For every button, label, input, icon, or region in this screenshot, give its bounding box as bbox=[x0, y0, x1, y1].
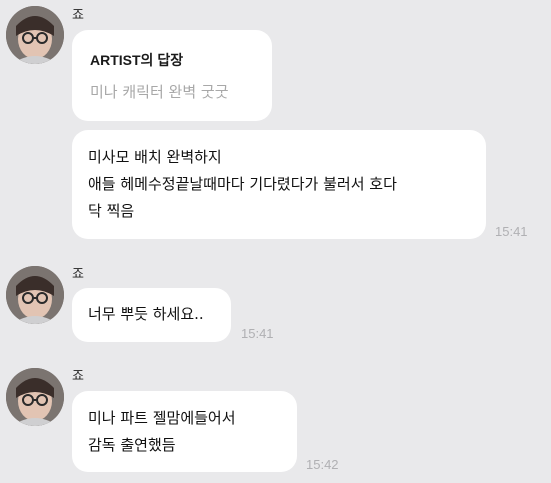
message-bubble[interactable]: 미나 파트 젤맘에들어서 감독 출연했듬 bbox=[72, 391, 297, 472]
message-line: 닥 찍음 bbox=[88, 202, 135, 220]
avatar[interactable] bbox=[6, 266, 64, 324]
message-timestamp: 15:41 bbox=[241, 326, 274, 341]
message-timestamp: 15:41 bbox=[495, 224, 528, 239]
avatar[interactable] bbox=[6, 368, 64, 426]
avatar[interactable] bbox=[6, 6, 64, 64]
sender-name: 죠 bbox=[72, 8, 84, 23]
message-line: 애들 헤메수정끝날때마다 기다렸다가 불러서 호다 bbox=[88, 175, 397, 193]
sender-name: 죠 bbox=[72, 369, 84, 384]
message-bubble[interactable]: 너무 뿌듯 하세요.. bbox=[72, 288, 231, 342]
message-timestamp: 15:42 bbox=[306, 457, 339, 472]
message-line: 너무 뿌듯 하세요.. bbox=[88, 305, 204, 323]
reply-text: 미나 캐릭터 완벽 굿굿 bbox=[90, 83, 229, 101]
reply-title: ARTIST의 답장 bbox=[90, 52, 184, 68]
message-line: 미나 파트 젤맘에들어서 bbox=[88, 409, 236, 427]
reply-bubble[interactable]: ARTIST의 답장 미나 캐릭터 완벽 굿굿 bbox=[72, 30, 272, 121]
message-bubble[interactable]: 미사모 배치 완벽하지 애들 헤메수정끝날때마다 기다렸다가 불러서 호다 닥 … bbox=[72, 130, 486, 239]
sender-name: 죠 bbox=[72, 267, 84, 282]
message-line: 감독 출연했듬 bbox=[88, 436, 176, 454]
message-line: 미사모 배치 완벽하지 bbox=[88, 148, 222, 166]
